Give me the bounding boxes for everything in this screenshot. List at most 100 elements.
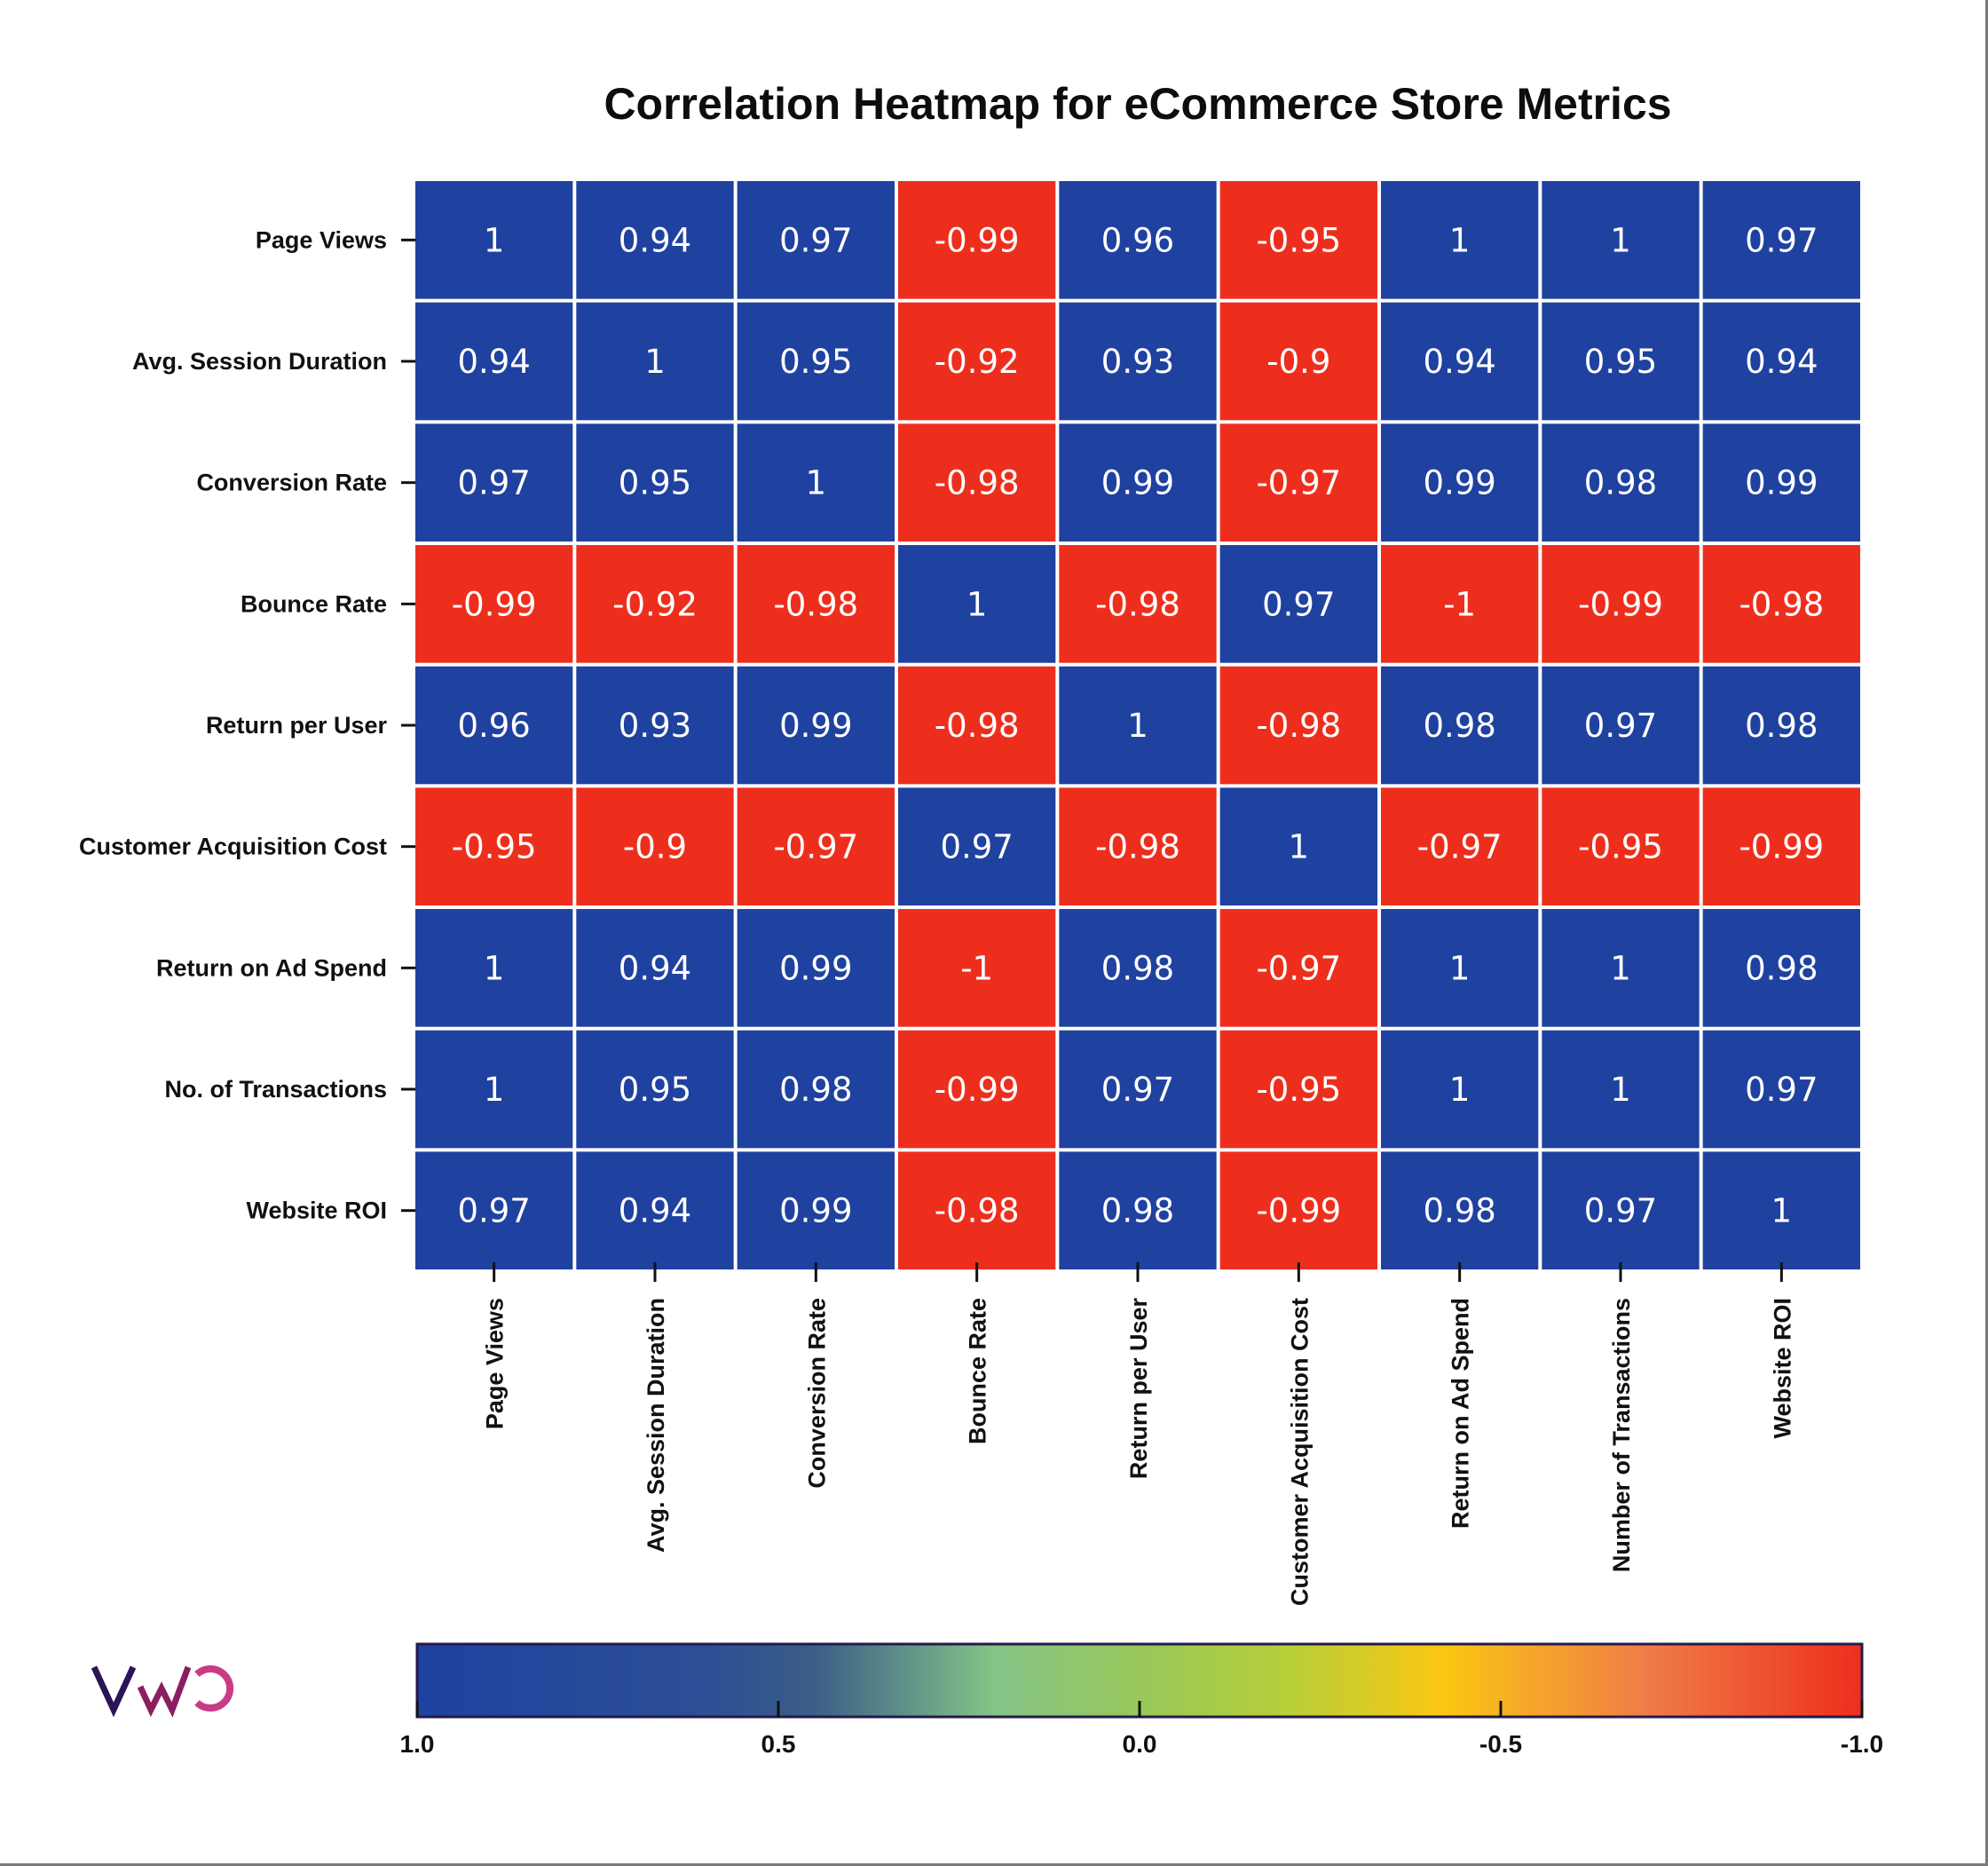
cell-value-label: 0.97 (1745, 1071, 1818, 1109)
cell-value-label: 1 (484, 949, 505, 987)
cell-value-label: 0.98 (1584, 464, 1657, 502)
cell-value-label: 0.97 (457, 464, 530, 502)
cell-value-label: -0.99 (935, 1071, 1020, 1109)
cell-value-label: 0.98 (1101, 1192, 1174, 1230)
x-tick-label: Page Views (482, 1298, 509, 1429)
logo-letter-w (137, 1665, 192, 1718)
colorbar-tick-label: 0.0 (1123, 1730, 1157, 1758)
cell-value-label: 0.98 (1423, 1192, 1495, 1230)
cell-value-label: -0.97 (773, 828, 858, 866)
y-axis-labels: Page Views Avg. Session Duration Conversio… (79, 226, 415, 1224)
y-tick-label: Bounce Rate (241, 590, 387, 617)
cell-value-label: 1 (644, 343, 666, 381)
cell-value-label: 1 (1610, 1071, 1631, 1109)
cell-value-label: -0.97 (1256, 949, 1341, 987)
cell-value-label: 0.99 (779, 707, 852, 745)
cell-value-label: 0.98 (779, 1071, 852, 1109)
cell-value-label: 1 (1289, 828, 1310, 866)
cell-value-label: 0.98 (1745, 949, 1818, 987)
cell-value-label: -0.98 (773, 585, 858, 623)
cell-value-label: -0.9 (1266, 343, 1330, 381)
cell-value-label: 0.98 (1101, 949, 1174, 987)
x-axis-labels: Page Views Avg. Session Duration Conversio… (482, 1262, 1795, 1606)
cell-value-label: -0.95 (1256, 221, 1341, 259)
cell-value-label: 0.94 (1745, 343, 1818, 381)
cell-value-label: 1 (484, 1071, 505, 1109)
y-tick-label: Page Views (256, 226, 387, 253)
cell-value-label: 1 (484, 221, 505, 259)
cell-value-label: 0.97 (1262, 585, 1335, 623)
cell-value-label: 1 (1610, 949, 1631, 987)
y-tick-label: Website ROI (246, 1198, 387, 1224)
cell-value-label: 0.93 (1101, 343, 1174, 381)
cell-value-label: -0.98 (1095, 585, 1180, 623)
colorbar: 1.0 0.5 0.0 -0.5 -1.0 (400, 1642, 1883, 1758)
cell-value-label: 0.95 (619, 464, 691, 502)
x-tick-label: Conversion Rate (803, 1298, 830, 1489)
cell-value-label: 0.99 (1423, 464, 1495, 502)
cell-value-label: 1 (966, 585, 988, 623)
cell-value-label: -0.92 (935, 343, 1020, 381)
colorbar-tick-label: 1.0 (400, 1730, 435, 1758)
heatmap-cells: 1 0.94 0.97 -0.99 0.96 -0.95 1 1 0.97 0.94 1 0.95 -0… (414, 179, 1862, 1271)
cell-value-label: 1 (1449, 949, 1471, 987)
y-tick-label: Customer Acquisition Cost (79, 834, 387, 860)
cell-value-label: 0.95 (619, 1071, 691, 1109)
cell-value-label: 0.99 (1101, 464, 1174, 502)
x-tick-label: Return on Ad Spend (1448, 1298, 1474, 1529)
cell-value-label: -0.99 (1578, 585, 1663, 623)
cell-value-label: 1 (806, 464, 827, 502)
cell-value-label: 0.99 (1745, 464, 1818, 502)
colorbar-tick-label: -0.5 (1479, 1730, 1522, 1758)
x-tick-label: Bounce Rate (965, 1298, 991, 1444)
cell-value-label: -0.98 (935, 1192, 1020, 1230)
cell-value-label: 0.99 (779, 1192, 852, 1230)
y-tick-label: Return on Ad Spend (156, 954, 387, 981)
cell-value-label: 0.97 (1584, 1192, 1657, 1230)
cell-value-label: 0.96 (1101, 221, 1174, 259)
colorbar-tick-label: 0.5 (761, 1730, 796, 1758)
y-tick-label: Avg. Session Duration (132, 348, 387, 375)
cell-value-label: -1 (1443, 585, 1476, 623)
cell-value-label: 0.94 (1423, 343, 1495, 381)
colorbar-tick-label: -1.0 (1841, 1730, 1883, 1758)
cell-value-label: 0.93 (619, 707, 691, 745)
cell-value-label: 0.99 (779, 949, 852, 987)
cell-value-label: 0.94 (619, 1192, 691, 1230)
cell-value-label: 0.94 (619, 949, 691, 987)
cell-value-label: 1 (1449, 221, 1471, 259)
cell-value-label: -0.97 (1256, 464, 1341, 502)
cell-value-label: -0.99 (1739, 828, 1824, 866)
x-tick-label: Return per User (1125, 1298, 1152, 1480)
cell-value-label: 0.98 (1745, 707, 1818, 745)
cell-value-label: 1 (1610, 221, 1631, 259)
cell-value-label: -0.98 (935, 707, 1020, 745)
cell-value-label: -0.92 (612, 585, 698, 623)
x-tick-label: Website ROI (1769, 1298, 1795, 1439)
cell-value-label: 0.97 (779, 221, 852, 259)
cell-value-label: -0.98 (1256, 707, 1341, 745)
cell-value-label: 0.94 (619, 221, 691, 259)
x-tick-label: Avg. Session Duration (643, 1298, 669, 1553)
x-tick-label: Number of Transactions (1608, 1298, 1635, 1572)
cell-value-label: -0.99 (1256, 1192, 1341, 1230)
cell-value-label: -0.98 (935, 464, 1020, 502)
cell-value-label: 0.97 (1101, 1071, 1174, 1109)
cell-value-label: 0.94 (457, 343, 530, 381)
cell-value-label: 0.97 (457, 1192, 530, 1230)
cell-value-label: 0.95 (1584, 343, 1657, 381)
cell-value-label: -0.98 (1739, 585, 1824, 623)
cell-value-label: 0.98 (1423, 707, 1495, 745)
cell-value-label: -0.95 (1256, 1071, 1341, 1109)
cell-value-label: -0.95 (1578, 828, 1663, 866)
y-tick-label: Conversion Rate (196, 470, 387, 496)
cell-value-label: 1 (1127, 707, 1148, 745)
cell-value-label: -0.98 (1095, 828, 1180, 866)
y-tick-label: Return per User (206, 712, 388, 739)
cell-value-label: 0.96 (457, 707, 530, 745)
heatmap-chart: 1 0.94 0.97 -0.99 0.96 -0.95 1 1 0.97 0.94 1 0.95 -0… (79, 179, 1883, 1758)
logo-letter-o (194, 1665, 234, 1712)
cell-value-label: -1 (960, 949, 993, 987)
cell-value-label: 0.97 (1745, 221, 1818, 259)
cell-value-label: -0.99 (452, 585, 537, 623)
